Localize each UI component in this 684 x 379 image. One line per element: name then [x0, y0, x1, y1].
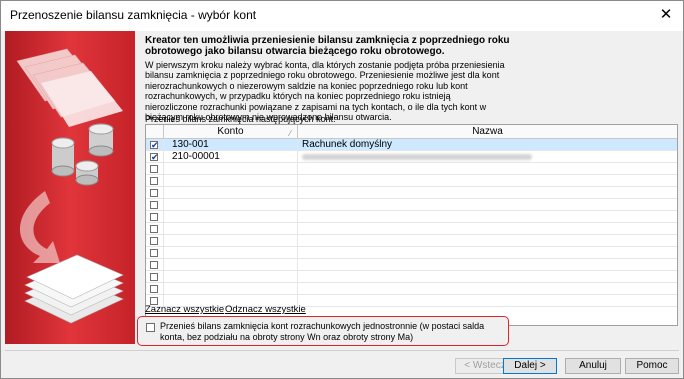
row-konto [164, 211, 298, 223]
row-checkbox[interactable] [150, 237, 158, 245]
table-row[interactable]: ✔ 210-00001 [146, 151, 677, 163]
row-checkbox-cell [146, 271, 164, 283]
table-row[interactable] [146, 223, 677, 235]
row-checkbox[interactable] [150, 177, 158, 185]
row-nazwa [298, 163, 677, 175]
row-checkbox-cell [146, 163, 164, 175]
row-nazwa [298, 211, 677, 223]
table-row[interactable] [146, 259, 677, 271]
row-checkbox[interactable] [150, 189, 158, 197]
row-konto: 210-00001 [164, 151, 298, 163]
row-checkbox-cell [146, 211, 164, 223]
close-icon[interactable]: ✕ [655, 4, 677, 24]
row-checkbox[interactable] [150, 285, 158, 293]
row-checkbox[interactable] [150, 165, 158, 173]
row-konto [164, 271, 298, 283]
help-button[interactable]: Pomoc [625, 358, 679, 374]
header-checkbox-column[interactable] [146, 125, 164, 139]
row-checkbox[interactable]: ✔ [150, 153, 159, 162]
header-nazwa[interactable]: Nazwa [298, 125, 677, 139]
cancel-button[interactable]: Anuluj [565, 358, 621, 374]
row-checkbox-cell [146, 283, 164, 295]
footer-separator [5, 350, 679, 351]
row-konto [164, 223, 298, 235]
row-checkbox-cell [146, 259, 164, 271]
next-button[interactable]: Dalej > [503, 358, 557, 374]
row-nazwa [298, 199, 677, 211]
intro-heading: Kreator ten umożliwia przeniesienie bila… [145, 35, 510, 57]
row-checkbox-cell [146, 235, 164, 247]
row-checkbox[interactable] [150, 201, 158, 209]
row-checkbox[interactable] [150, 213, 158, 221]
accounts-grid[interactable]: Konto ⁄ Nazwa ✔ 130-001 Rachunek domyślny ✔… [145, 124, 678, 326]
table-row[interactable] [146, 187, 677, 199]
one-sided-checkbox[interactable] [146, 323, 155, 332]
row-checkbox[interactable] [150, 225, 158, 233]
row-checkbox[interactable] [150, 273, 158, 281]
row-konto [164, 235, 298, 247]
row-konto [164, 283, 298, 295]
row-nazwa [298, 247, 677, 259]
row-konto [164, 199, 298, 211]
row-nazwa [298, 259, 677, 271]
row-checkbox-cell [146, 175, 164, 187]
row-konto [164, 175, 298, 187]
wizard-side-illustration [5, 31, 135, 344]
accounts-grid-label: Przenieś bilans zamknięcia następujących… [145, 114, 336, 124]
wizard-window: Przenoszenie bilansu zamknięcia - wybór … [0, 0, 684, 379]
table-row[interactable] [146, 175, 677, 187]
table-row[interactable]: ✔ 130-001 Rachunek domyślny [146, 139, 677, 151]
row-checkbox-cell [146, 187, 164, 199]
table-row[interactable] [146, 235, 677, 247]
one-sided-option-label[interactable]: Przenieś bilans zamknięcia kont rozrachu… [160, 321, 505, 342]
table-row[interactable] [146, 199, 677, 211]
row-checkbox-cell: ✔ [146, 151, 164, 163]
grid-header: Konto ⁄ Nazwa [146, 125, 677, 139]
one-sided-option-highlight: Przenieś bilans zamknięcia kont rozrachu… [137, 316, 509, 346]
table-row[interactable] [146, 271, 677, 283]
row-checkbox[interactable] [150, 249, 158, 257]
select-all-link[interactable]: Zaznacz wszystkie [145, 304, 224, 315]
row-konto: 130-001 [164, 139, 298, 151]
row-konto [164, 163, 298, 175]
table-row[interactable] [146, 211, 677, 223]
row-nazwa [298, 223, 677, 235]
table-row[interactable] [146, 283, 677, 295]
wizard-content: Kreator ten umożliwia przeniesienie bila… [137, 31, 679, 349]
row-nazwa [298, 271, 677, 283]
header-konto-label: Konto [217, 126, 244, 137]
row-checkbox[interactable]: ✔ [150, 141, 159, 150]
row-nazwa: Rachunek domyślny [302, 139, 393, 150]
row-nazwa [298, 175, 677, 187]
row-checkbox-cell: ✔ [146, 139, 164, 151]
row-checkbox[interactable] [150, 261, 158, 269]
row-konto [164, 247, 298, 259]
row-nazwa [298, 151, 677, 163]
table-row[interactable] [146, 247, 677, 259]
row-nazwa [298, 283, 677, 295]
row-konto [164, 187, 298, 199]
documents-transfer-illustration [5, 31, 135, 344]
row-checkbox-cell [146, 199, 164, 211]
row-checkbox-cell [146, 223, 164, 235]
row-nazwa [298, 235, 677, 247]
deselect-all-link[interactable]: Odznacz wszystkie [225, 304, 306, 315]
window-title: Przenoszenie bilansu zamknięcia - wybór … [10, 8, 257, 22]
row-checkbox-cell [146, 247, 164, 259]
header-konto[interactable]: Konto ⁄ [164, 125, 298, 139]
row-konto [164, 259, 298, 271]
title-bar: Przenoszenie bilansu zamknięcia - wybór … [1, 1, 683, 31]
row-nazwa [298, 187, 677, 199]
redacted-text [302, 154, 532, 160]
table-row[interactable] [146, 163, 677, 175]
row-nazwa [298, 295, 677, 307]
